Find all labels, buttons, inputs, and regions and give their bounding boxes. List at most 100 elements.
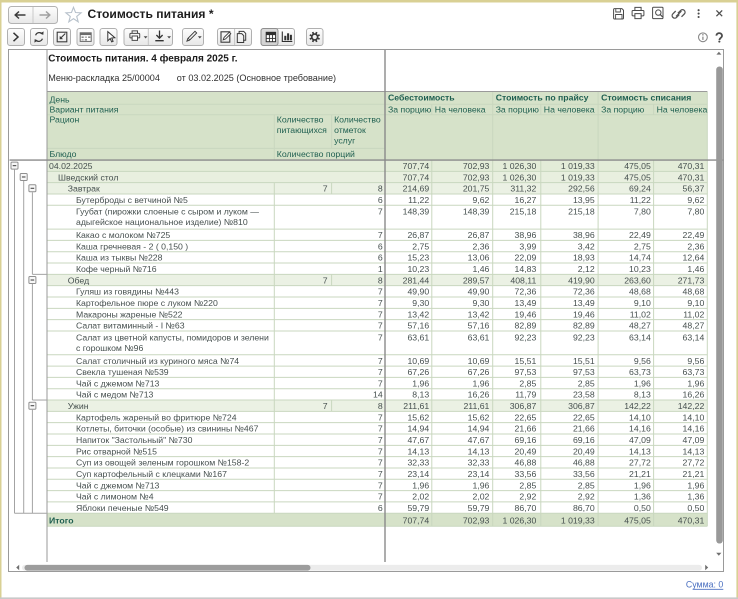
svg-text:59,79: 59,79 — [407, 503, 429, 513]
svg-text:7: 7 — [378, 309, 383, 319]
svg-text:7: 7 — [323, 275, 328, 285]
svg-text:23,58: 23,58 — [573, 390, 595, 400]
svg-text:292,56: 292,56 — [568, 184, 595, 194]
svg-text:7: 7 — [378, 480, 383, 490]
svg-text:49,90: 49,90 — [407, 287, 429, 297]
svg-text:23,14: 23,14 — [468, 469, 490, 479]
svg-text:9,10: 9,10 — [687, 298, 704, 308]
svg-text:48,68: 48,68 — [629, 287, 651, 297]
svg-text:14,13: 14,13 — [407, 446, 429, 456]
svg-text:9,62: 9,62 — [472, 195, 489, 205]
svg-text:7: 7 — [378, 458, 383, 468]
svg-text:6: 6 — [378, 241, 383, 251]
svg-text:27,72: 27,72 — [629, 458, 651, 468]
svg-text:475,05: 475,05 — [624, 515, 651, 525]
svg-text:1,96: 1,96 — [472, 378, 489, 388]
svg-text:Стоимость питания. 4 февраля 2: Стоимость питания. 4 февраля 2025 г. — [48, 53, 238, 65]
svg-text:2,85: 2,85 — [519, 378, 536, 388]
svg-text:7: 7 — [378, 492, 383, 502]
svg-text:215,18: 215,18 — [568, 207, 595, 217]
svg-text:14,94: 14,94 — [468, 424, 490, 434]
svg-text:7: 7 — [378, 367, 383, 377]
svg-text:Стоимость питания *: Стоимость питания * — [88, 7, 214, 21]
svg-text:306,87: 306,87 — [568, 401, 595, 411]
svg-text:Чай с джемом №713: Чай с джемом №713 — [76, 378, 160, 388]
svg-text:7: 7 — [378, 356, 383, 366]
svg-text:1,36: 1,36 — [687, 492, 704, 502]
svg-text:13,49: 13,49 — [515, 298, 537, 308]
svg-text:281,44: 281,44 — [403, 275, 430, 285]
svg-text:0,50: 0,50 — [687, 503, 704, 513]
svg-text:22,09: 22,09 — [515, 253, 537, 263]
svg-text:14,13: 14,13 — [683, 446, 705, 456]
svg-text:Напиток "Застольный" №730: Напиток "Застольный" №730 — [76, 435, 193, 445]
svg-text:13,95: 13,95 — [573, 195, 595, 205]
svg-text:69,24: 69,24 — [629, 184, 651, 194]
svg-text:20,49: 20,49 — [573, 446, 595, 456]
svg-text:13,42: 13,42 — [407, 309, 429, 319]
svg-text:15,62: 15,62 — [407, 412, 429, 422]
svg-text:отметок: отметок — [334, 125, 366, 135]
svg-text:15,51: 15,51 — [515, 356, 537, 366]
svg-text:2,92: 2,92 — [578, 492, 595, 502]
svg-text:Суп картофельный с клецками №1: Суп картофельный с клецками №167 — [76, 469, 227, 479]
svg-text:32,33: 32,33 — [468, 458, 490, 468]
svg-text:86,70: 86,70 — [515, 503, 537, 513]
svg-text:адыгейское национальное издели: адыгейское национальное изделие) №810 — [76, 217, 248, 227]
svg-text:11,79: 11,79 — [515, 390, 536, 400]
svg-text:Макароны жареные №522: Макароны жареные №522 — [76, 309, 183, 319]
svg-text:14,13: 14,13 — [468, 446, 490, 456]
svg-text:6: 6 — [378, 195, 383, 205]
svg-text:2,36: 2,36 — [687, 241, 704, 251]
svg-text:21,66: 21,66 — [573, 424, 595, 434]
svg-text:2,75: 2,75 — [412, 241, 429, 251]
svg-text:18,93: 18,93 — [573, 253, 595, 263]
svg-text:7: 7 — [378, 230, 383, 240]
svg-text:Чай с лимоном №4: Чай с лимоном №4 — [76, 492, 154, 502]
svg-text:22,65: 22,65 — [573, 412, 595, 422]
svg-text:32,33: 32,33 — [407, 458, 429, 468]
svg-text:48,68: 48,68 — [683, 287, 705, 297]
svg-text:За порцию: За порцию — [388, 104, 432, 114]
svg-text:Блюдо: Блюдо — [50, 149, 77, 159]
svg-text:69,16: 69,16 — [515, 435, 537, 445]
svg-text:Количество порций: Количество порций — [277, 149, 355, 159]
svg-text:12,64: 12,64 — [683, 253, 705, 263]
svg-text:1,96: 1,96 — [687, 480, 704, 490]
svg-text:9,30: 9,30 — [472, 298, 489, 308]
svg-text:Салат столичный из куриного мя: Салат столичный из куриного мяса №74 — [76, 356, 239, 366]
svg-text:Гуубат (пирожки слоеные с сыро: Гуубат (пирожки слоеные с сыром и луком … — [76, 207, 259, 217]
svg-text:14,10: 14,10 — [629, 412, 651, 422]
svg-text:46,88: 46,88 — [573, 458, 595, 468]
svg-text:97,53: 97,53 — [515, 367, 537, 377]
svg-text:Яблоки печеные №549: Яблоки печеные №549 — [76, 503, 169, 513]
svg-text:201,75: 201,75 — [463, 184, 490, 194]
svg-text:Меню-раскладка 25/00004: Меню-раскладка 25/00004 — [48, 73, 160, 83]
svg-text:63,73: 63,73 — [683, 367, 705, 377]
svg-text:1 026,30: 1 026,30 — [502, 515, 536, 525]
svg-text:Шведский стол: Шведский стол — [58, 172, 118, 182]
svg-text:11,02: 11,02 — [630, 309, 651, 319]
svg-text:72,36: 72,36 — [515, 287, 537, 297]
svg-text:7: 7 — [378, 207, 383, 217]
svg-text:21,66: 21,66 — [515, 424, 537, 434]
svg-text:На человека: На человека — [435, 104, 486, 114]
svg-text:86,70: 86,70 — [573, 503, 595, 513]
svg-text:211,61: 211,61 — [463, 401, 489, 411]
svg-text:33,56: 33,56 — [515, 469, 537, 479]
svg-text:Стоимость списания: Стоимость списания — [601, 92, 691, 102]
svg-text:142,22: 142,22 — [678, 401, 705, 411]
svg-text:63,14: 63,14 — [683, 332, 705, 342]
svg-text:15,51: 15,51 — [573, 356, 595, 366]
svg-text:707,74: 707,74 — [403, 161, 430, 171]
svg-text:9,10: 9,10 — [634, 298, 651, 308]
svg-text:56,37: 56,37 — [683, 184, 705, 194]
svg-text:14,16: 14,16 — [629, 424, 651, 434]
svg-text:11,02: 11,02 — [683, 309, 704, 319]
svg-text:7: 7 — [378, 287, 383, 297]
svg-text:7,80: 7,80 — [634, 207, 651, 217]
svg-text:702,93: 702,93 — [463, 515, 490, 525]
svg-text:2,85: 2,85 — [578, 378, 595, 388]
svg-text:14,16: 14,16 — [683, 424, 705, 434]
svg-text:7: 7 — [323, 184, 328, 194]
